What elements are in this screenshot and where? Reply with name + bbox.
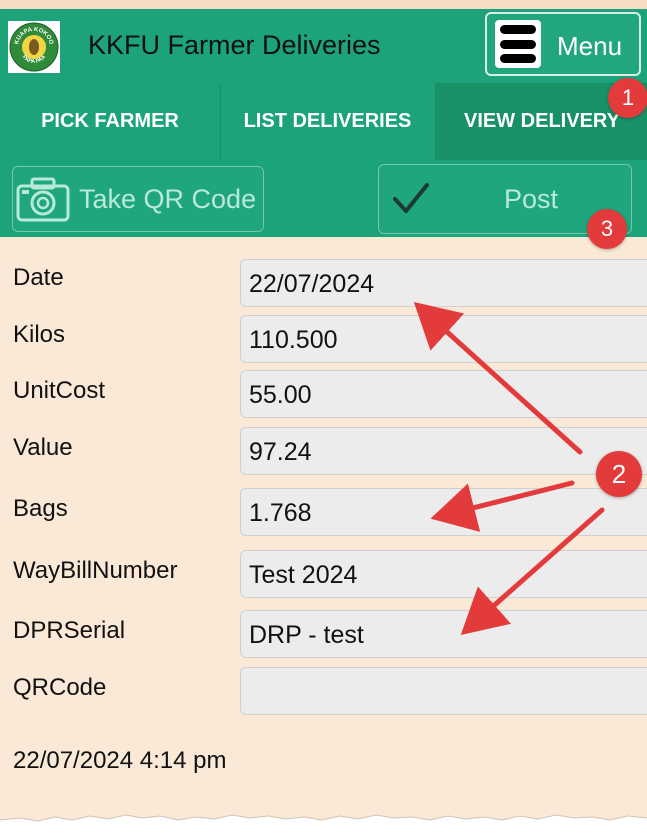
date-field[interactable]: 22/07/2024 [240, 259, 647, 307]
delivery-timestamp: 22/07/2024 4:14 pm [13, 747, 227, 774]
screenshot-frame: KUAPA KOKOO PAPA PAA KKFU Farmer Deliver… [0, 0, 647, 837]
annotation-badge-2: 2 [596, 451, 642, 497]
checkmark-icon [393, 183, 429, 213]
field-label-qrcode: QRCode [13, 674, 107, 701]
kilos-field[interactable]: 110.500 [240, 315, 647, 363]
qrcode-field[interactable] [240, 667, 647, 715]
annotation-badge-1: 1 [608, 78, 647, 118]
waybillnumber-field[interactable]: Test 2024 [240, 550, 647, 598]
kuapa-kokoo-logo-icon: KUAPA KOKOO PAPA PAA [9, 22, 59, 72]
bags-field[interactable]: 1.768 [240, 488, 647, 536]
take-qr-code-label: Take QR Code [79, 184, 257, 214]
app-logo: KUAPA KOKOO PAPA PAA [8, 21, 60, 73]
torn-paper-edge [0, 814, 647, 837]
top-strip [0, 0, 647, 9]
take-qr-code-button[interactable]: Take QR Code [12, 166, 264, 232]
field-label-unitcost: UnitCost [13, 377, 106, 404]
annotation-badge-3: 3 [587, 209, 627, 249]
tab-pick-farmer[interactable]: PICK FARMER [0, 83, 220, 160]
field-label-bags: Bags [13, 495, 68, 522]
menu-label: Menu [557, 31, 623, 61]
field-label-dprserial: DPRSerial [13, 617, 126, 644]
value-field[interactable]: 97.24 [240, 427, 647, 475]
action-bar: Take QR Code Post [0, 160, 647, 237]
field-label-waybillnumber: WayBillNumber [13, 557, 178, 584]
tab-list-deliveries[interactable]: LIST DELIVERIES [220, 83, 435, 160]
app-header: KUAPA KOKOO PAPA PAA KKFU Farmer Deliver… [0, 9, 647, 83]
delivery-form: Date 22/07/2024 Kilos 110.500 UnitCost 5… [0, 237, 647, 837]
menu-button[interactable]: Menu [485, 12, 641, 76]
app-title: KKFU Farmer Deliveries [88, 30, 381, 60]
camera-icon [16, 177, 70, 222]
dprserial-field[interactable]: DRP - test [240, 610, 647, 658]
field-label-kilos: Kilos [13, 321, 66, 348]
hamburger-icon [495, 20, 541, 68]
tab-bar: PICK FARMER LIST DELIVERIES VIEW DELIVER… [0, 83, 647, 160]
field-label-value: Value [13, 434, 73, 461]
field-label-date: Date [13, 264, 64, 291]
unitcost-field[interactable]: 55.00 [240, 370, 647, 418]
post-label: Post [504, 184, 559, 214]
